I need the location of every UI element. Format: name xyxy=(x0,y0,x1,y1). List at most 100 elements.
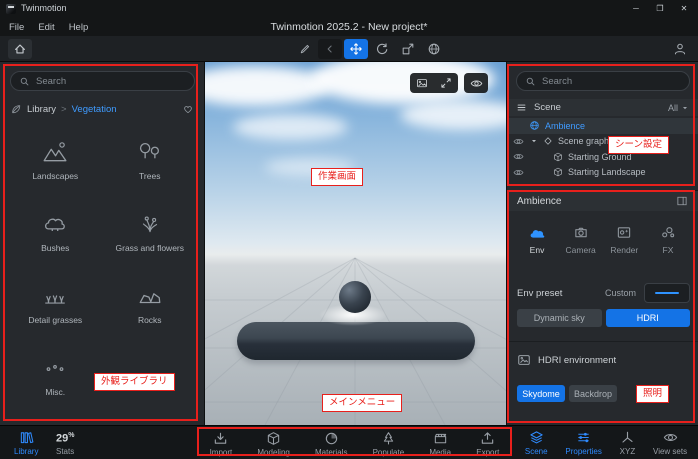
category-misc[interactable]: Misc. xyxy=(8,338,103,397)
visibility-eye-icon[interactable] xyxy=(513,151,525,162)
viewport-visibility-button[interactable] xyxy=(464,73,488,93)
backdrop-button[interactable]: Backdrop xyxy=(569,385,617,402)
home-icon xyxy=(13,42,27,56)
account-button[interactable] xyxy=(668,39,692,59)
scale-icon xyxy=(401,42,415,56)
app-name: Twinmotion xyxy=(21,3,67,13)
dock-tab-label: XYZ xyxy=(619,447,636,456)
category-grass-and-flowers[interactable]: Grass and flowers xyxy=(103,194,198,253)
viewport-3d[interactable] xyxy=(205,62,506,425)
hdri-mode-buttons: Skydome Backdrop xyxy=(517,385,617,402)
tab-camera[interactable]: Camera xyxy=(561,223,601,255)
menu-edit[interactable]: Edit xyxy=(31,22,61,33)
tab-label: FX xyxy=(662,245,674,255)
xyz-dock-tab[interactable]: XYZ xyxy=(619,430,636,456)
menu-modeling[interactable]: Modeling xyxy=(257,430,290,457)
eye-icon xyxy=(470,77,483,90)
tab-env[interactable]: Env xyxy=(517,223,557,255)
tree-item-label: Scene graph xyxy=(558,136,610,147)
rotate-icon xyxy=(375,42,389,56)
library-breadcrumb: Library > Vegetation xyxy=(10,101,194,117)
stats-value: 29 xyxy=(56,432,69,445)
move-tool-button[interactable] xyxy=(344,39,368,59)
library-search-input[interactable] xyxy=(36,75,186,87)
breadcrumb-library[interactable]: Library xyxy=(27,104,56,115)
globe-icon xyxy=(427,42,441,56)
view-sets-dock-tab[interactable]: View sets xyxy=(653,430,687,456)
tree-item-starting-landscape[interactable]: Starting Landscape xyxy=(507,165,698,181)
menu-materials[interactable]: Materials xyxy=(315,430,347,457)
menu-help[interactable]: Help xyxy=(62,22,96,33)
sphere-object[interactable] xyxy=(339,281,371,313)
tree-item-scene-graph[interactable]: Scene graph xyxy=(507,134,698,150)
category-detail-grasses[interactable]: Detail grasses xyxy=(8,266,103,325)
skydome-button[interactable]: Skydome xyxy=(517,385,565,402)
menu-bar: File Edit Help xyxy=(2,18,95,36)
scale-tool-button[interactable] xyxy=(396,39,420,59)
coordinate-globe-button[interactable] xyxy=(422,39,446,59)
main-toolbar xyxy=(0,36,698,62)
library-dock-tab[interactable]: Library xyxy=(14,430,38,456)
tree-item-starting-ground[interactable]: Starting Ground xyxy=(507,149,698,165)
category-rocks[interactable]: Rocks xyxy=(103,266,198,325)
favorites-heart-icon[interactable] xyxy=(182,103,194,115)
picker-button[interactable] xyxy=(292,39,316,59)
bushes-icon xyxy=(40,211,70,237)
tree-item-label: Starting Landscape xyxy=(568,167,646,178)
scene-filter-dropdown[interactable]: All xyxy=(668,103,689,113)
chevron-down-icon[interactable] xyxy=(530,137,538,145)
twinmotion-logo-icon xyxy=(6,4,16,14)
tree-item-label: Ambience xyxy=(545,120,586,131)
fullscreen-icon[interactable] xyxy=(440,77,452,89)
library-books-icon xyxy=(19,430,34,445)
window-controls: ─ ❒ ✕ xyxy=(624,0,696,17)
picker-icon xyxy=(298,43,311,56)
library-search-box[interactable] xyxy=(10,71,195,91)
mesh-cube-icon xyxy=(553,152,563,162)
scene-search-input[interactable] xyxy=(542,75,681,87)
scene-panel: Scene All Ambience Scene graph Starti xyxy=(506,62,698,190)
list-icon xyxy=(516,102,527,113)
menu-file[interactable]: File xyxy=(2,22,31,33)
eye-icon xyxy=(663,430,678,445)
menu-populate[interactable]: Populate xyxy=(373,430,404,457)
stats-indicator[interactable]: 29% Stats xyxy=(56,430,74,456)
tree-item-ambience[interactable]: Ambience xyxy=(507,118,698,134)
screenshot-icon[interactable] xyxy=(416,77,428,89)
hdri-button[interactable]: HDRI xyxy=(605,309,690,327)
category-label: Trees xyxy=(139,171,161,181)
move-icon xyxy=(349,42,363,56)
env-preset-swatch[interactable] xyxy=(644,283,690,303)
tab-fx[interactable]: FX xyxy=(648,223,688,255)
category-bushes[interactable]: Bushes xyxy=(8,194,103,253)
scene-dock-tab[interactable]: Scene xyxy=(525,430,548,456)
export-icon xyxy=(480,431,495,446)
home-button[interactable] xyxy=(8,39,32,59)
env-preset-value[interactable]: Custom xyxy=(605,288,636,298)
menu-item-label: Import xyxy=(209,447,233,457)
breadcrumb-vegetation[interactable]: Vegetation xyxy=(72,104,117,115)
menu-export[interactable]: Export xyxy=(476,430,499,457)
category-trees[interactable]: Trees xyxy=(103,122,198,181)
visibility-eye-icon[interactable] xyxy=(513,136,525,147)
properties-header: Ambience xyxy=(507,191,698,211)
scene-search-box[interactable] xyxy=(516,71,690,91)
menu-media[interactable]: Media xyxy=(429,430,451,457)
undo-button[interactable] xyxy=(318,39,342,59)
breadcrumb-separator: > xyxy=(61,103,67,115)
menu-item-label: Export xyxy=(476,447,500,457)
menu-import[interactable]: Import xyxy=(209,430,233,457)
close-button[interactable]: ✕ xyxy=(672,0,696,17)
visibility-eye-icon[interactable] xyxy=(513,167,525,178)
library-panel: Library > Vegetation Landscapes Trees Bu… xyxy=(0,62,205,425)
tab-label: Env xyxy=(529,245,545,255)
dynamic-sky-button[interactable]: Dynamic sky xyxy=(517,309,602,327)
properties-dock-tab[interactable]: Properties xyxy=(565,430,602,456)
category-landscapes[interactable]: Landscapes xyxy=(8,122,103,181)
maximize-button[interactable]: ❒ xyxy=(648,0,672,17)
panel-columns-icon[interactable] xyxy=(676,195,688,207)
platform-object[interactable] xyxy=(237,322,475,360)
rotate-tool-button[interactable] xyxy=(370,39,394,59)
minimize-button[interactable]: ─ xyxy=(624,0,648,17)
tab-render[interactable]: Render xyxy=(604,223,644,255)
